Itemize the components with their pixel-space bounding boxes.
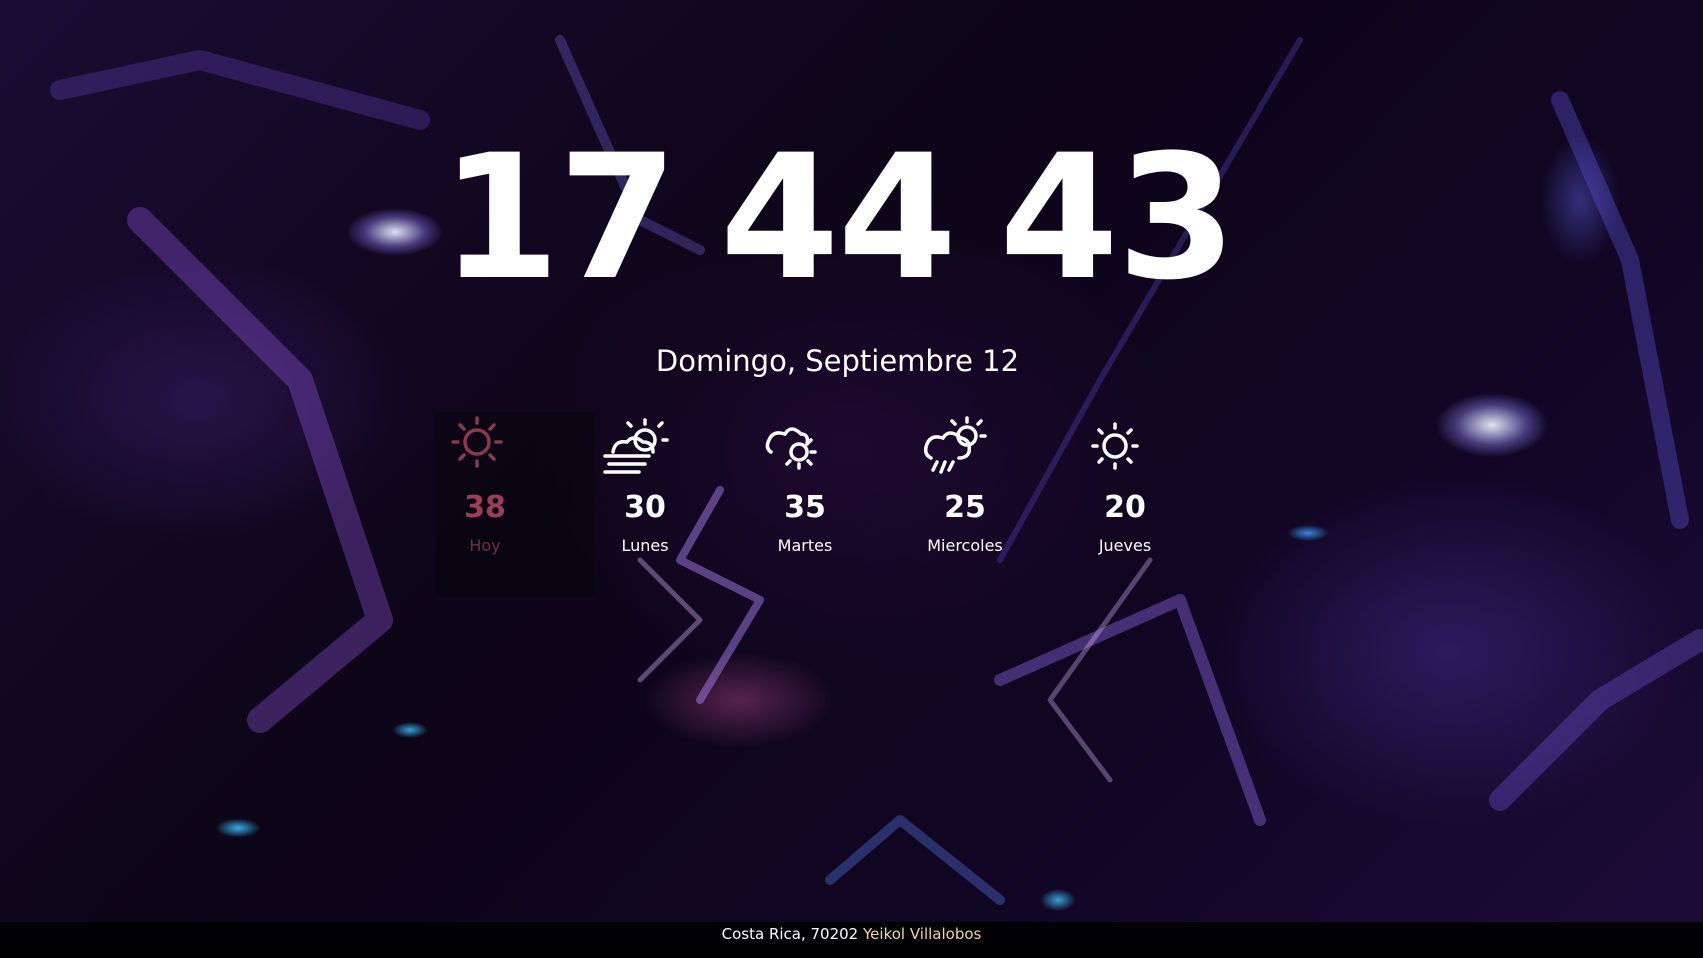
footer: Costa Rica, 70202 Yeikol Villalobos bbox=[0, 922, 1703, 958]
forecast-temp: 20 bbox=[1104, 490, 1146, 525]
forecast-day-tuesday[interactable]: 35 Martes bbox=[755, 412, 915, 597]
clock-hours: 17 bbox=[440, 117, 677, 318]
forecast-day-today[interactable]: 38 Hoy bbox=[435, 412, 595, 597]
cloud-sun-icon bbox=[765, 427, 817, 470]
forecast-day-monday[interactable]: 30 Lunes bbox=[595, 412, 755, 597]
weather-forecast: 38 Hoy 30 Lunes 35 Martes 25 Miercoles 2… bbox=[435, 412, 1235, 597]
sun-icon bbox=[451, 416, 503, 468]
forecast-day-label: Jueves bbox=[1098, 536, 1152, 555]
cloud-rain-sun-icon bbox=[923, 416, 987, 474]
forecast-temp: 35 bbox=[784, 490, 826, 525]
footer-location: Costa Rica, 70202 bbox=[721, 925, 859, 943]
forecast-day-wednesday[interactable]: 25 Miercoles bbox=[915, 412, 1075, 597]
forecast-temp: 30 bbox=[624, 490, 666, 525]
footer-author-link[interactable]: Yeikol Villalobos bbox=[863, 925, 981, 943]
sun-icon bbox=[1091, 422, 1139, 470]
sun-cloud-wind-icon bbox=[603, 418, 669, 474]
forecast-day-label: Lunes bbox=[621, 536, 669, 555]
forecast-day-thursday[interactable]: 20 Jueves bbox=[1075, 412, 1235, 597]
clock: 17 44 43 bbox=[0, 128, 1675, 308]
clock-minutes: 44 bbox=[719, 117, 957, 318]
forecast-day-label: Miercoles bbox=[927, 536, 1003, 555]
clock-seconds: 43 bbox=[999, 117, 1236, 318]
current-date: Domingo, Septiembre 12 bbox=[655, 344, 1020, 378]
forecast-temp: 38 bbox=[464, 490, 506, 525]
forecast-day-label: Martes bbox=[777, 536, 833, 555]
forecast-day-label: Hoy bbox=[469, 536, 501, 555]
forecast-temp: 25 bbox=[944, 490, 986, 525]
